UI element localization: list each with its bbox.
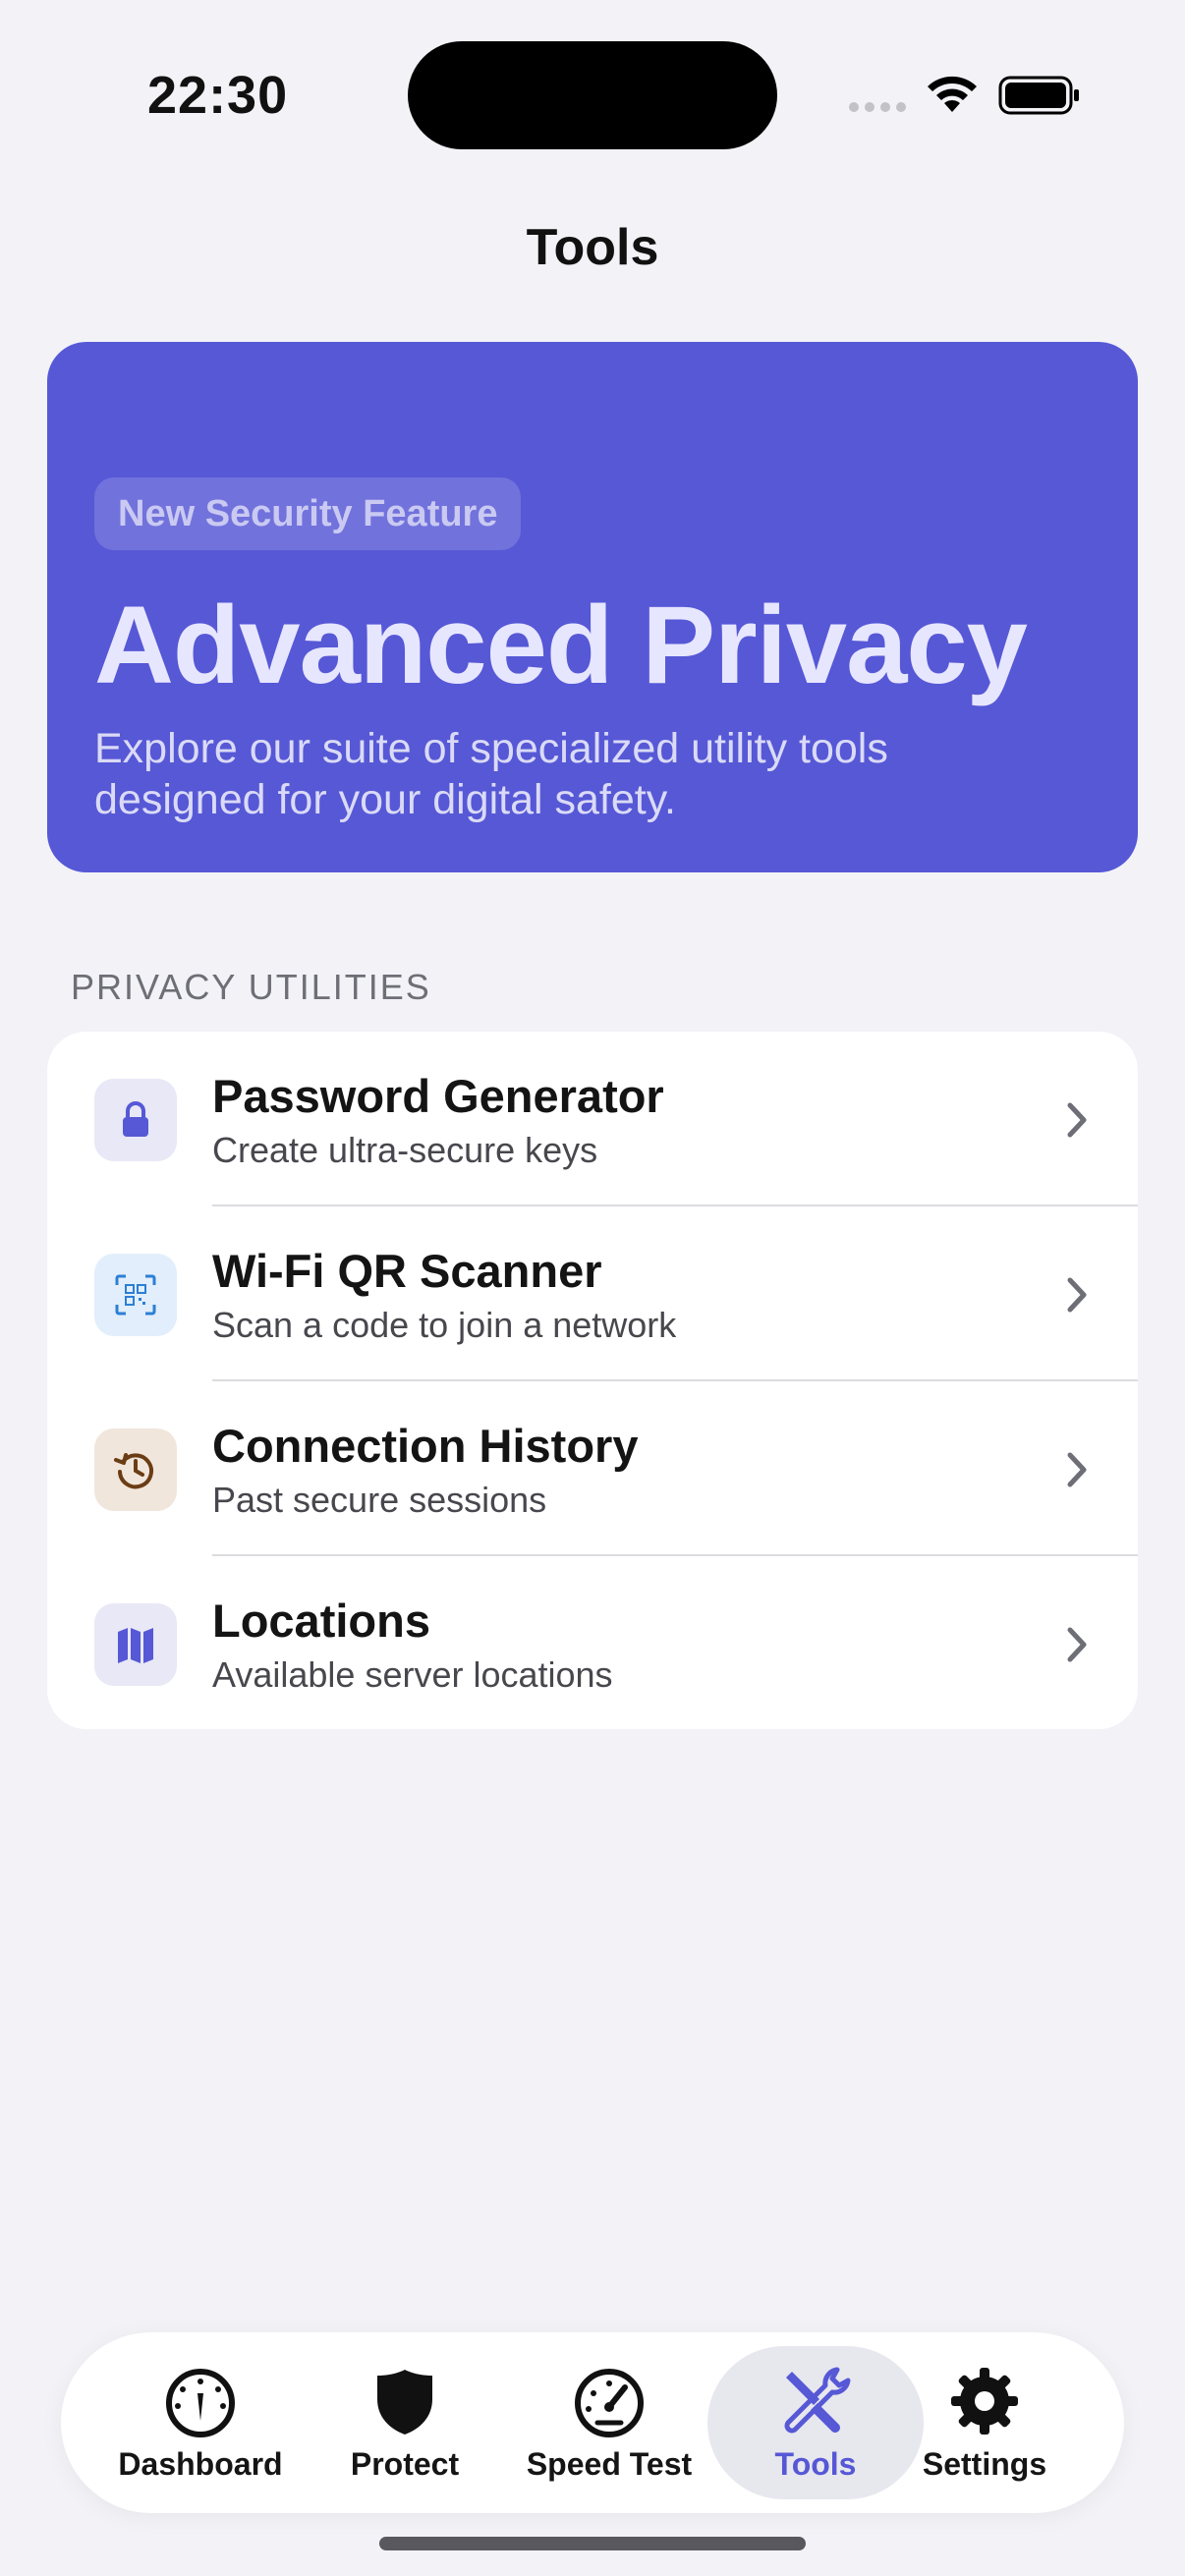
item-subtitle: Available server locations [212,1654,613,1695]
chevron-right-icon [1067,1452,1087,1487]
home-indicator[interactable] [379,2537,806,2550]
tab-protect[interactable]: Protect [297,2346,513,2499]
hero-description: Explore our suite of specialized utility… [94,725,888,823]
tab-dashboard[interactable]: Dashboard [92,2346,309,2499]
item-title: Connection History [212,1420,639,1472]
page-title: Tools [526,219,659,276]
item-title: Password Generator [212,1070,664,1122]
item-subtitle: Scan a code to join a network [212,1305,677,1345]
hero-title: Advanced Privacy [94,584,1028,706]
list-item-wifi-qr-scanner[interactable]: Wi-Fi QR Scanner Scan a code to join a n… [47,1206,1138,1381]
lock-icon [94,1079,177,1161]
item-title: Locations [212,1595,430,1647]
tab-bar: Dashboard Protect Speed Test Tools Setti… [61,2332,1124,2513]
chevron-right-icon [1067,1627,1087,1662]
map-icon [94,1603,177,1686]
chevron-right-icon [1067,1102,1087,1138]
list-item-password-generator[interactable]: Password Generator Create ultra-secure k… [47,1032,1138,1206]
tab-label: Settings [922,2446,1047,2482]
hero-banner[interactable]: New Security Feature Advanced Privacy Ex… [47,342,1138,872]
battery-icon [998,76,1079,115]
qr-scan-icon [94,1254,177,1336]
list-item-locations[interactable]: Locations Available server locations [47,1556,1138,1729]
item-title: Wi-Fi QR Scanner [212,1245,602,1297]
tab-label: Speed Test [526,2446,693,2482]
tools-screen: 22:30 Tools New Security Feature Advance… [0,0,1185,2576]
tab-settings[interactable]: Settings [876,2346,1093,2499]
cellular-signal-icon [849,102,906,112]
gear-icon [951,2368,1018,2435]
list-item-connection-history[interactable]: Connection History Past secure sessions [47,1381,1138,1556]
tab-label: Dashboard [118,2446,283,2482]
item-subtitle: Past secure sessions [212,1480,547,1520]
feature-badge: New Security Feature [94,477,522,550]
history-icon [94,1428,177,1511]
item-subtitle: Create ultra-secure keys [212,1130,598,1170]
status-time: 22:30 [147,66,289,125]
dynamic-island [408,41,777,149]
privacy-utilities-list: Password Generator Create ultra-secure k… [47,1032,1138,1729]
chevron-right-icon [1067,1277,1087,1313]
shield-icon [377,2370,432,2435]
tools-icon [784,2367,851,2434]
tab-speed-test[interactable]: Speed Test [501,2346,717,2499]
tab-label: Protect [350,2446,460,2482]
tab-label: Tools [774,2446,857,2482]
speedometer-icon [575,2369,644,2437]
wifi-icon [928,76,977,112]
gauge-icon [166,2369,235,2437]
section-header: PRIVACY UTILITIES [71,967,431,1007]
